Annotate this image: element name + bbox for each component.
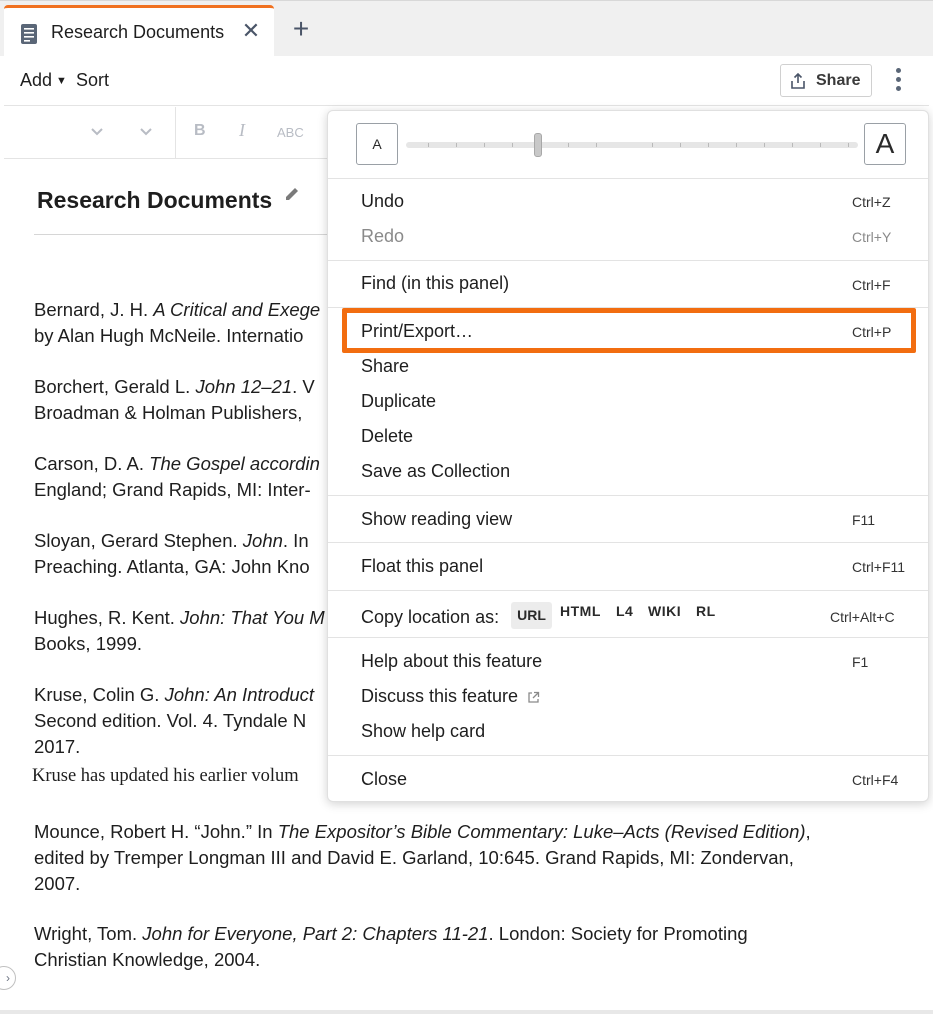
- increase-text-size-button[interactable]: A: [864, 123, 906, 165]
- chevron-down-icon[interactable]: [90, 127, 104, 137]
- toolbar-divider: [175, 107, 176, 159]
- shortcut-find: Ctrl+F: [852, 277, 891, 293]
- menu-separator: [328, 637, 928, 638]
- bibliography-entry: Bernard, J. H. A Critical and Exege by Al…: [34, 299, 321, 346]
- menu-item-reading-view[interactable]: Show reading view: [361, 509, 512, 530]
- panel-toolbar: Add ▼ Sort Share: [4, 56, 929, 106]
- menu-separator: [328, 542, 928, 543]
- title-divider: [34, 234, 334, 235]
- copy-as-url-button[interactable]: URL: [511, 602, 552, 629]
- share-button[interactable]: Share: [780, 64, 872, 97]
- menu-separator: [328, 590, 928, 591]
- bibliography-entry: Borchert, Gerald L. John 12–21. V Broadma…: [34, 376, 315, 423]
- menu-separator: [328, 260, 928, 261]
- shortcut-redo: Ctrl+Y: [852, 229, 892, 245]
- bibliography-entry: Carson, D. A. The Gospel accordin England…: [34, 453, 320, 500]
- menu-separator: [328, 178, 928, 179]
- document-icon: [21, 24, 37, 44]
- shortcut-close: Ctrl+F4: [852, 772, 899, 788]
- shortcut-copy-location: Ctrl+Alt+C: [830, 609, 895, 625]
- menu-item-close[interactable]: Close: [361, 769, 407, 790]
- menu-item-save-as-collection[interactable]: Save as Collection: [361, 461, 510, 482]
- close-icon[interactable]: ✕: [240, 20, 262, 42]
- shortcut-help: F1: [852, 654, 869, 670]
- panel-menu: A A Undo Ctrl+Z Redo Ctrl+Y Find (in thi…: [327, 110, 929, 802]
- text-size-slider[interactable]: [406, 142, 858, 148]
- copy-as-rl-button[interactable]: RL: [696, 603, 716, 619]
- tab-title: Research Documents: [51, 22, 225, 42]
- bibliography-entry: Mounce, Robert H. “John.” In The Exposit…: [34, 821, 811, 894]
- menu-item-duplicate[interactable]: Duplicate: [361, 391, 436, 412]
- panel-bottom-border: [0, 1010, 933, 1014]
- menu-item-copy-location: Copy location as:: [361, 607, 500, 627]
- menu-item-share[interactable]: Share: [361, 356, 409, 377]
- caret-down-icon: ▼: [56, 75, 67, 87]
- shortcut-undo: Ctrl+Z: [852, 194, 891, 210]
- chevron-right-icon[interactable]: ›: [0, 966, 16, 990]
- bibliography-entry: Kruse, Colin G. John: An Introduct Second…: [34, 684, 315, 757]
- new-tab-plus-icon[interactable]: +: [288, 15, 314, 43]
- sort-button[interactable]: Sort: [76, 70, 109, 91]
- document-title: Research Documents: [37, 187, 273, 213]
- shortcut-float-panel: Ctrl+F11: [852, 559, 906, 575]
- menu-item-help[interactable]: Help about this feature: [361, 651, 542, 672]
- menu-item-help-card[interactable]: Show help card: [361, 721, 485, 742]
- menu-item-find[interactable]: Find (in this panel): [361, 273, 509, 294]
- menu-item-redo[interactable]: Redo: [361, 226, 404, 247]
- entry-note: Kruse has updated his earlier volum: [32, 766, 299, 786]
- pencil-edit-icon[interactable]: [283, 185, 301, 203]
- copy-as-html-button[interactable]: HTML: [560, 603, 601, 619]
- bibliography-entry: Sloyan, Gerard Stephen. John. In Preachin…: [34, 530, 310, 577]
- bibliography-entry: Wright, Tom. John for Everyone, Part 2: …: [34, 923, 748, 970]
- chevron-down-icon[interactable]: [139, 127, 153, 137]
- upload-share-icon: [791, 73, 805, 89]
- menu-separator: [328, 755, 928, 756]
- tab-research-documents[interactable]: Research Documents ✕: [4, 5, 274, 57]
- add-menu-button[interactable]: Add ▼: [20, 70, 67, 91]
- shortcut-reading-view: F11: [852, 512, 876, 528]
- bibliography-entry: Hughes, R. Kent. John: That You M Books, …: [34, 607, 325, 654]
- copy-as-l4-button[interactable]: L4: [616, 603, 633, 619]
- add-label: Add: [20, 70, 53, 90]
- external-link-icon: [528, 691, 540, 703]
- strikethrough-button[interactable]: ABC: [277, 125, 304, 140]
- copy-as-wiki-button[interactable]: WIKI: [648, 603, 681, 619]
- decrease-text-size-button[interactable]: A: [356, 123, 398, 165]
- more-options-icon[interactable]: [890, 68, 906, 94]
- bold-button[interactable]: B: [194, 122, 206, 140]
- share-label: Share: [816, 72, 861, 89]
- menu-item-float-panel[interactable]: Float this panel: [361, 556, 483, 577]
- highlight-outline: [342, 308, 916, 353]
- menu-item-delete[interactable]: Delete: [361, 426, 413, 447]
- text-size-slider-thumb[interactable]: [534, 133, 542, 157]
- menu-item-discuss[interactable]: Discuss this feature: [361, 686, 518, 707]
- menu-item-undo[interactable]: Undo: [361, 191, 404, 212]
- menu-separator: [328, 495, 928, 496]
- tab-strip: Research Documents ✕ +: [0, 0, 933, 57]
- italic-button[interactable]: I: [239, 120, 245, 141]
